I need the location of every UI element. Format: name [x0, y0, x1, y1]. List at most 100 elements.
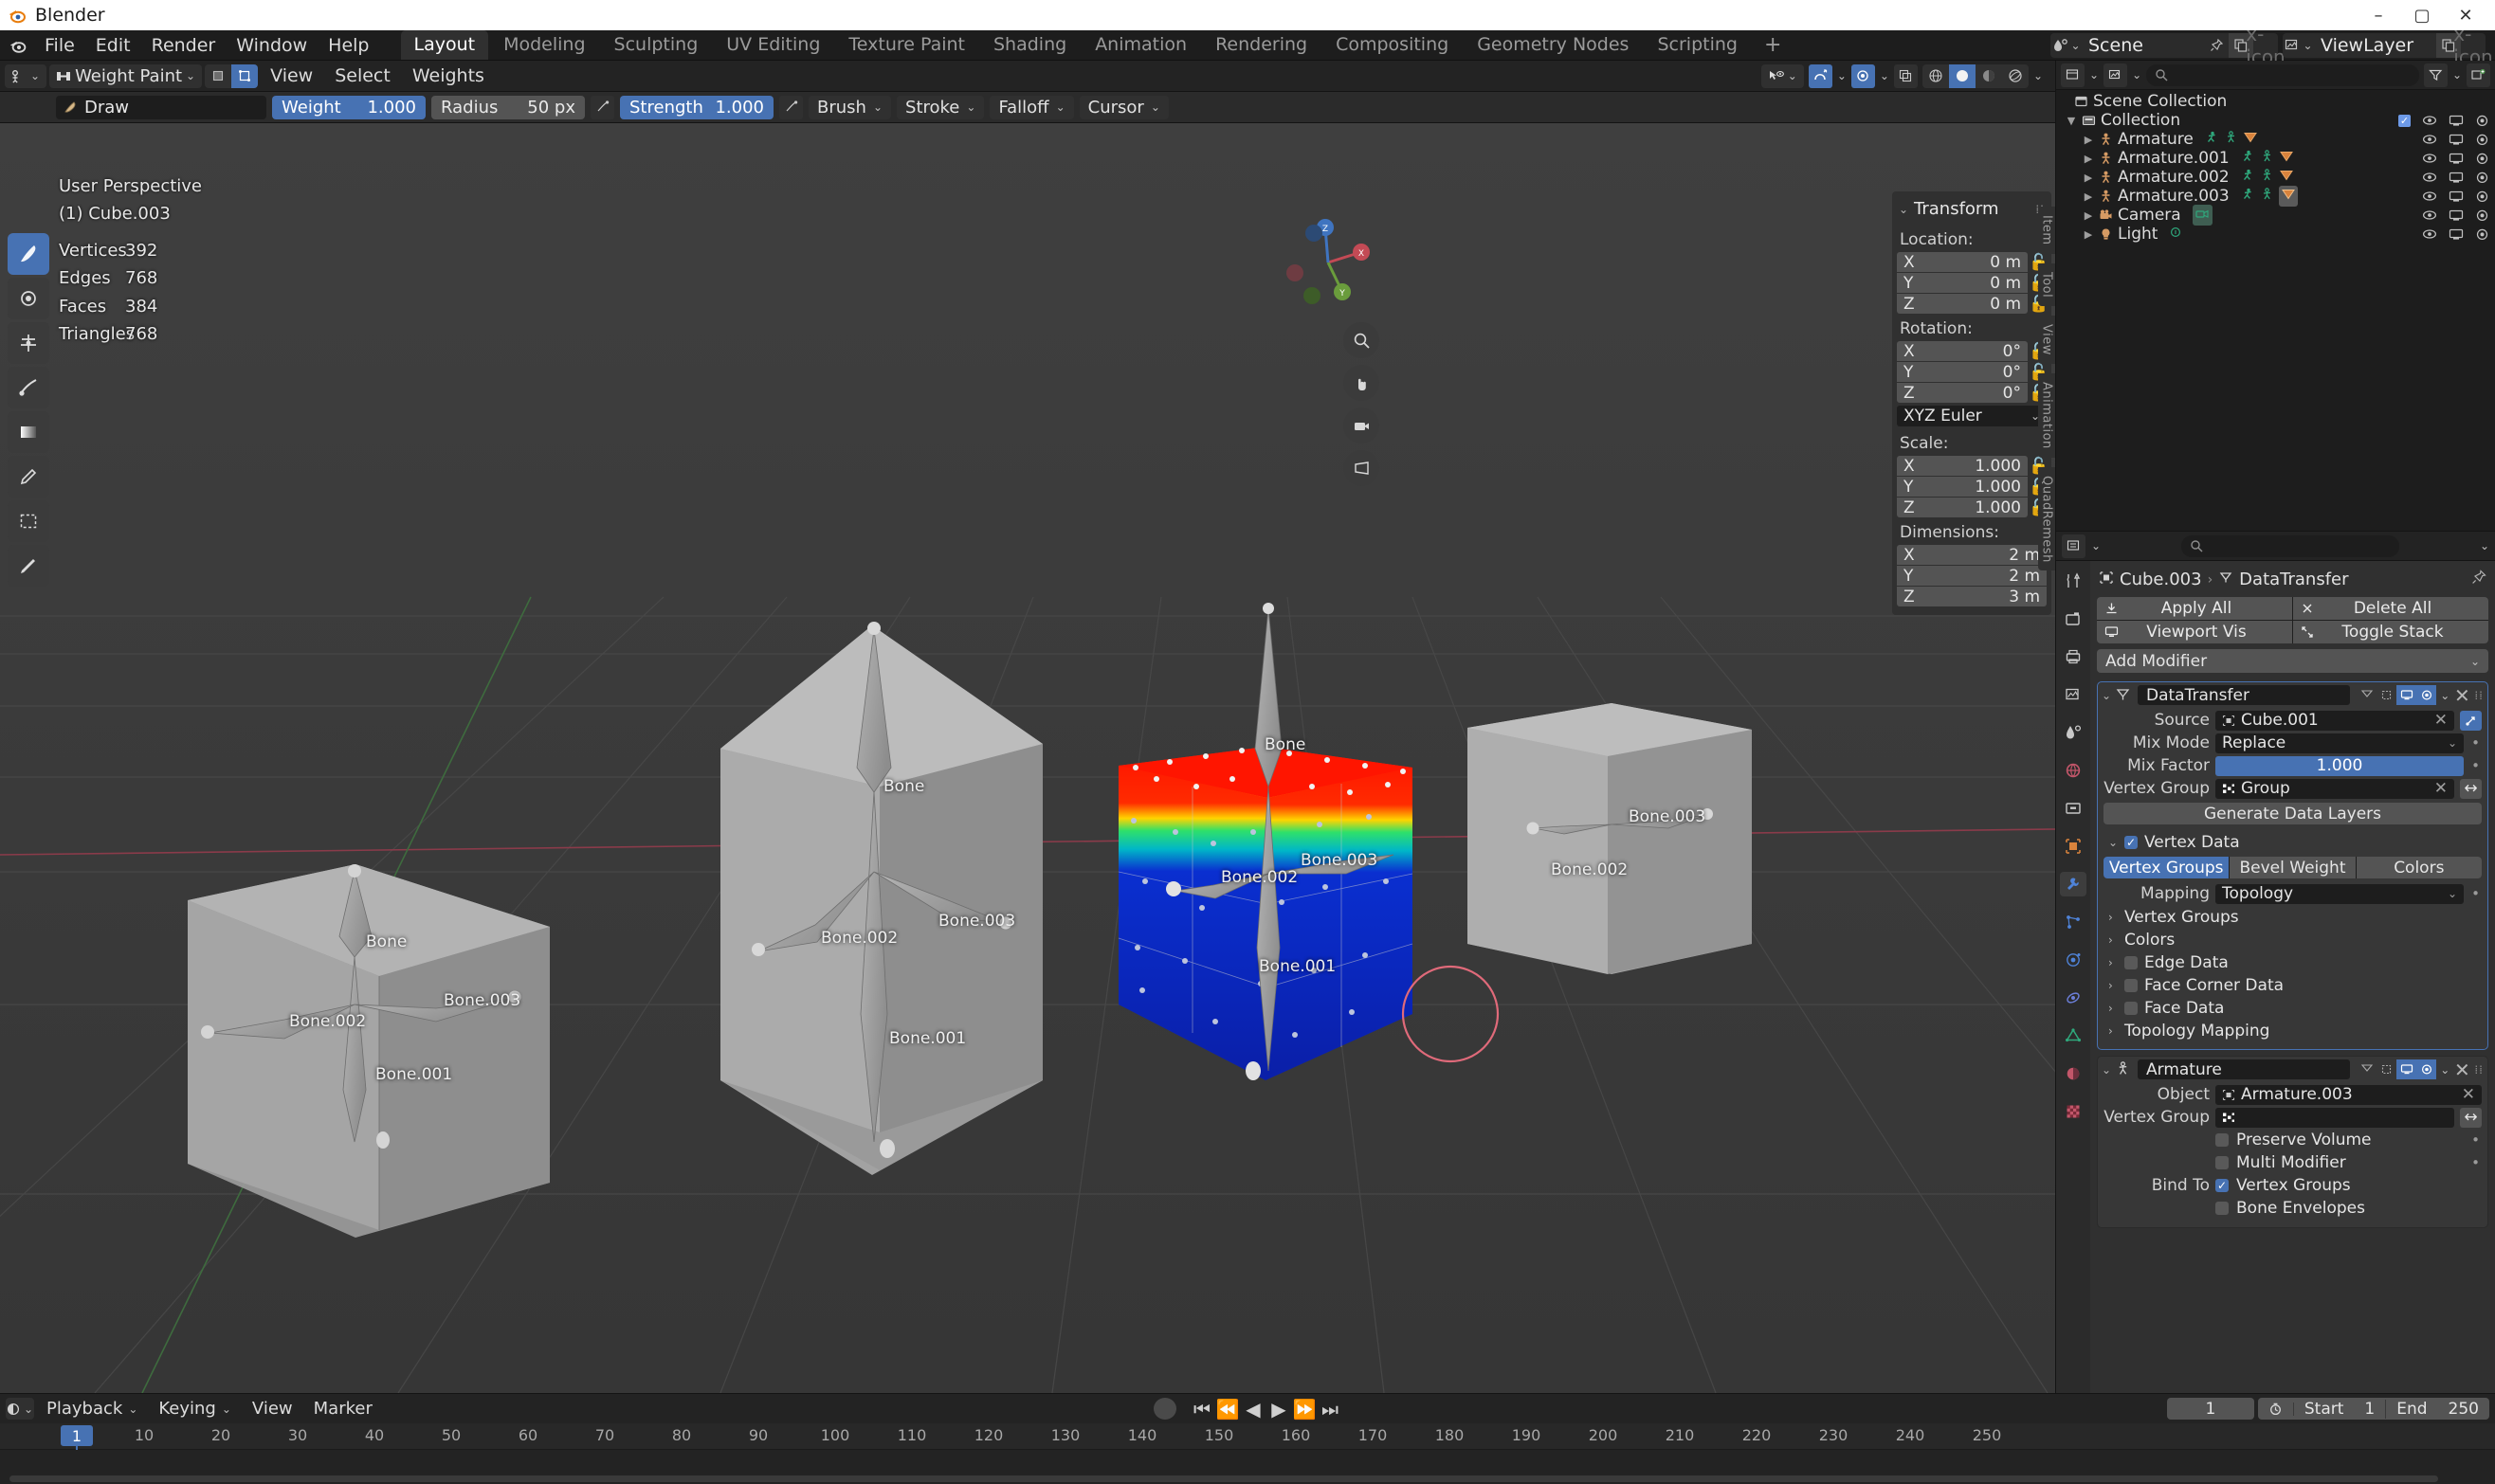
rotation-z-field[interactable]: Z 0°	[1897, 383, 2028, 403]
frame-start-field[interactable]: Start 1	[2294, 1399, 2387, 1419]
brush-selector[interactable]: Draw	[56, 95, 266, 119]
on-cage-icon[interactable]	[2357, 685, 2377, 705]
auto-key-icon[interactable]	[2258, 1402, 2294, 1416]
monitor-icon[interactable]	[2449, 153, 2464, 165]
bind-bone-envelopes-checkbox[interactable]	[2215, 1202, 2229, 1215]
navigation-gizmo[interactable]: X Y Z	[1276, 210, 1380, 315]
timeline-ruler[interactable]: 1 10 20 30 40 50 60 70 80 90 100 110 120…	[0, 1423, 2495, 1484]
disclosure-triangle[interactable]: ▶	[2081, 190, 2096, 203]
multi-modifier-animate-dot[interactable]: •	[2469, 1154, 2482, 1171]
current-frame-field[interactable]: 1	[2166, 1398, 2254, 1420]
tab-uv-editing[interactable]: UV Editing	[713, 30, 833, 60]
radius-slider[interactable]: Radius 50 px	[431, 95, 585, 119]
tab-sculpting[interactable]: Sculpting	[601, 30, 712, 60]
box-select-tool-button[interactable]	[8, 500, 49, 542]
vertex-group-clear-icon[interactable]: ✕	[2434, 779, 2448, 798]
play-button[interactable]: ▶	[1267, 1398, 1290, 1421]
dimensions-z-field[interactable]: Z 3 m	[1897, 587, 2047, 606]
eye-icon[interactable]	[2422, 190, 2437, 202]
menu-edit[interactable]: Edit	[85, 32, 141, 59]
eye-icon[interactable]	[2422, 115, 2437, 126]
outliner-display-mode-chevron[interactable]: ⌄	[2132, 68, 2141, 81]
minimize-button[interactable]: –	[2357, 0, 2400, 30]
shading-dropdown-icon[interactable]: ⌄	[2033, 69, 2043, 82]
scene-tab[interactable]	[2060, 720, 2086, 745]
outliner-row-armature-001[interactable]: ▶ Armature.001	[2056, 149, 2495, 168]
camera-render-icon[interactable]	[2475, 190, 2489, 203]
modifier-armature-header[interactable]: ⌄ Armature ⌄ ✕ ⁞⁞	[2098, 1057, 2487, 1082]
subpanel-face-corner-data[interactable]: › Face Corner Data	[2103, 974, 2482, 997]
add-modifier-button[interactable]: Add Modifier ⌄	[2097, 649, 2488, 673]
collection-tab[interactable]	[2060, 796, 2086, 821]
disclosure-triangle[interactable]: ▶	[2081, 153, 2096, 165]
viewport-menu-weights[interactable]: Weights	[403, 63, 494, 89]
play-reverse-button[interactable]: ◀	[1242, 1398, 1265, 1421]
scale-x-field[interactable]: X 1.000	[1897, 456, 2028, 476]
armature-data-icon[interactable]	[2260, 187, 2274, 206]
toggle-stack-button[interactable]: Toggle Stack	[2293, 621, 2488, 643]
tab-scripting[interactable]: Scripting	[1644, 30, 1751, 60]
previous-keyframe-button[interactable]: ⏪	[1216, 1398, 1240, 1421]
bind-bone-envelopes-toggle[interactable]: Bone Envelopes	[2215, 1199, 2482, 1218]
preserve-volume-toggle[interactable]: Preserve Volume	[2215, 1131, 2464, 1149]
maximize-button[interactable]: ▢	[2400, 0, 2444, 30]
brush-dropdown[interactable]: Brush ⌄	[809, 95, 892, 119]
side-tab-quadremesh[interactable]: QuadRemesh	[2037, 466, 2055, 571]
properties-search-input[interactable]	[2181, 534, 2399, 557]
perspective-toggle-icon[interactable]	[1343, 450, 1379, 486]
render-display-icon[interactable]	[2416, 1059, 2437, 1079]
annotate-tool-button[interactable]	[8, 545, 49, 587]
outliner-row-armature-002[interactable]: ▶ Armature.002	[2056, 168, 2495, 187]
xray-toggle-icon[interactable]	[1893, 63, 1918, 88]
chevron-down-icon[interactable]: ⌄	[2102, 689, 2111, 702]
solid-shading-icon[interactable]	[1948, 63, 1976, 88]
snap-dropdown-icon[interactable]: ⌄	[1837, 69, 1847, 82]
outliner-row-armature[interactable]: ▶ Armature	[2056, 130, 2495, 149]
mix-factor-animate-dot[interactable]: •	[2469, 757, 2482, 774]
world-tab[interactable]	[2060, 758, 2086, 783]
pin-icon[interactable]	[2471, 570, 2486, 589]
disclosure-triangle[interactable]: ▶	[2081, 228, 2096, 241]
timeline-menu-marker[interactable]: Marker	[305, 1396, 381, 1421]
outliner-search-input[interactable]	[2146, 63, 2419, 86]
armature-object-field[interactable]: Armature.003 ✕	[2215, 1084, 2482, 1105]
armature-vertex-group-field[interactable]	[2215, 1107, 2454, 1128]
timeline-menu-view[interactable]: View	[244, 1396, 301, 1421]
disclosure-triangle[interactable]: ▼	[2064, 115, 2079, 127]
eye-icon[interactable]	[2422, 134, 2437, 145]
edge-data-checkbox[interactable]	[2124, 956, 2138, 969]
tool-tab[interactable]	[2060, 569, 2086, 593]
armature-vertex-group-invert-icon[interactable]: ↔	[2460, 1107, 2482, 1128]
tab-rendering[interactable]: Rendering	[1202, 30, 1320, 60]
pan-hand-icon[interactable]	[1343, 365, 1379, 401]
camera-render-icon[interactable]	[2475, 172, 2489, 184]
modifier-icon[interactable]	[2279, 149, 2294, 168]
multi-modifier-checkbox[interactable]	[2215, 1156, 2229, 1169]
render-display-icon[interactable]	[2416, 685, 2437, 705]
rotation-mode-dropdown[interactable]: XYZ Euler ⌄	[1897, 406, 2047, 426]
subpanel-face-data[interactable]: › Face Data	[2103, 997, 2482, 1020]
source-clear-icon[interactable]: ✕	[2434, 711, 2448, 730]
tab-layout[interactable]: Layout	[400, 30, 489, 60]
scale-y-field[interactable]: Y 1.000	[1897, 477, 2028, 497]
eye-icon[interactable]	[2422, 209, 2437, 221]
monitor-icon[interactable]	[2449, 115, 2464, 127]
view-layer-tab[interactable]	[2060, 682, 2086, 707]
modifier-icon[interactable]	[2279, 168, 2294, 187]
monitor-icon[interactable]	[2449, 134, 2464, 146]
subpanel-vertex-groups[interactable]: › Vertex Groups	[2103, 906, 2482, 929]
camera-render-icon[interactable]	[2475, 115, 2489, 127]
blender-menu-icon[interactable]	[6, 35, 30, 56]
armature-data-icon[interactable]	[2260, 168, 2274, 187]
radius-pressure-icon[interactable]	[591, 95, 614, 119]
menu-render[interactable]: Render	[141, 32, 227, 59]
realtime-display-icon[interactable]	[2396, 685, 2417, 705]
outliner-row-camera[interactable]: ▶ Camera	[2056, 205, 2495, 226]
jump-to-start-button[interactable]: ⏮	[1191, 1398, 1213, 1421]
smear-tool-button[interactable]	[8, 367, 49, 408]
breadcrumb-object-name[interactable]: Cube.003	[2120, 570, 2202, 589]
side-tab-item[interactable]: Item	[2037, 207, 2055, 254]
realtime-display-icon[interactable]	[2396, 1059, 2417, 1079]
preserve-volume-animate-dot[interactable]: •	[2469, 1131, 2482, 1149]
subpanel-colors[interactable]: › Colors	[2103, 929, 2482, 951]
